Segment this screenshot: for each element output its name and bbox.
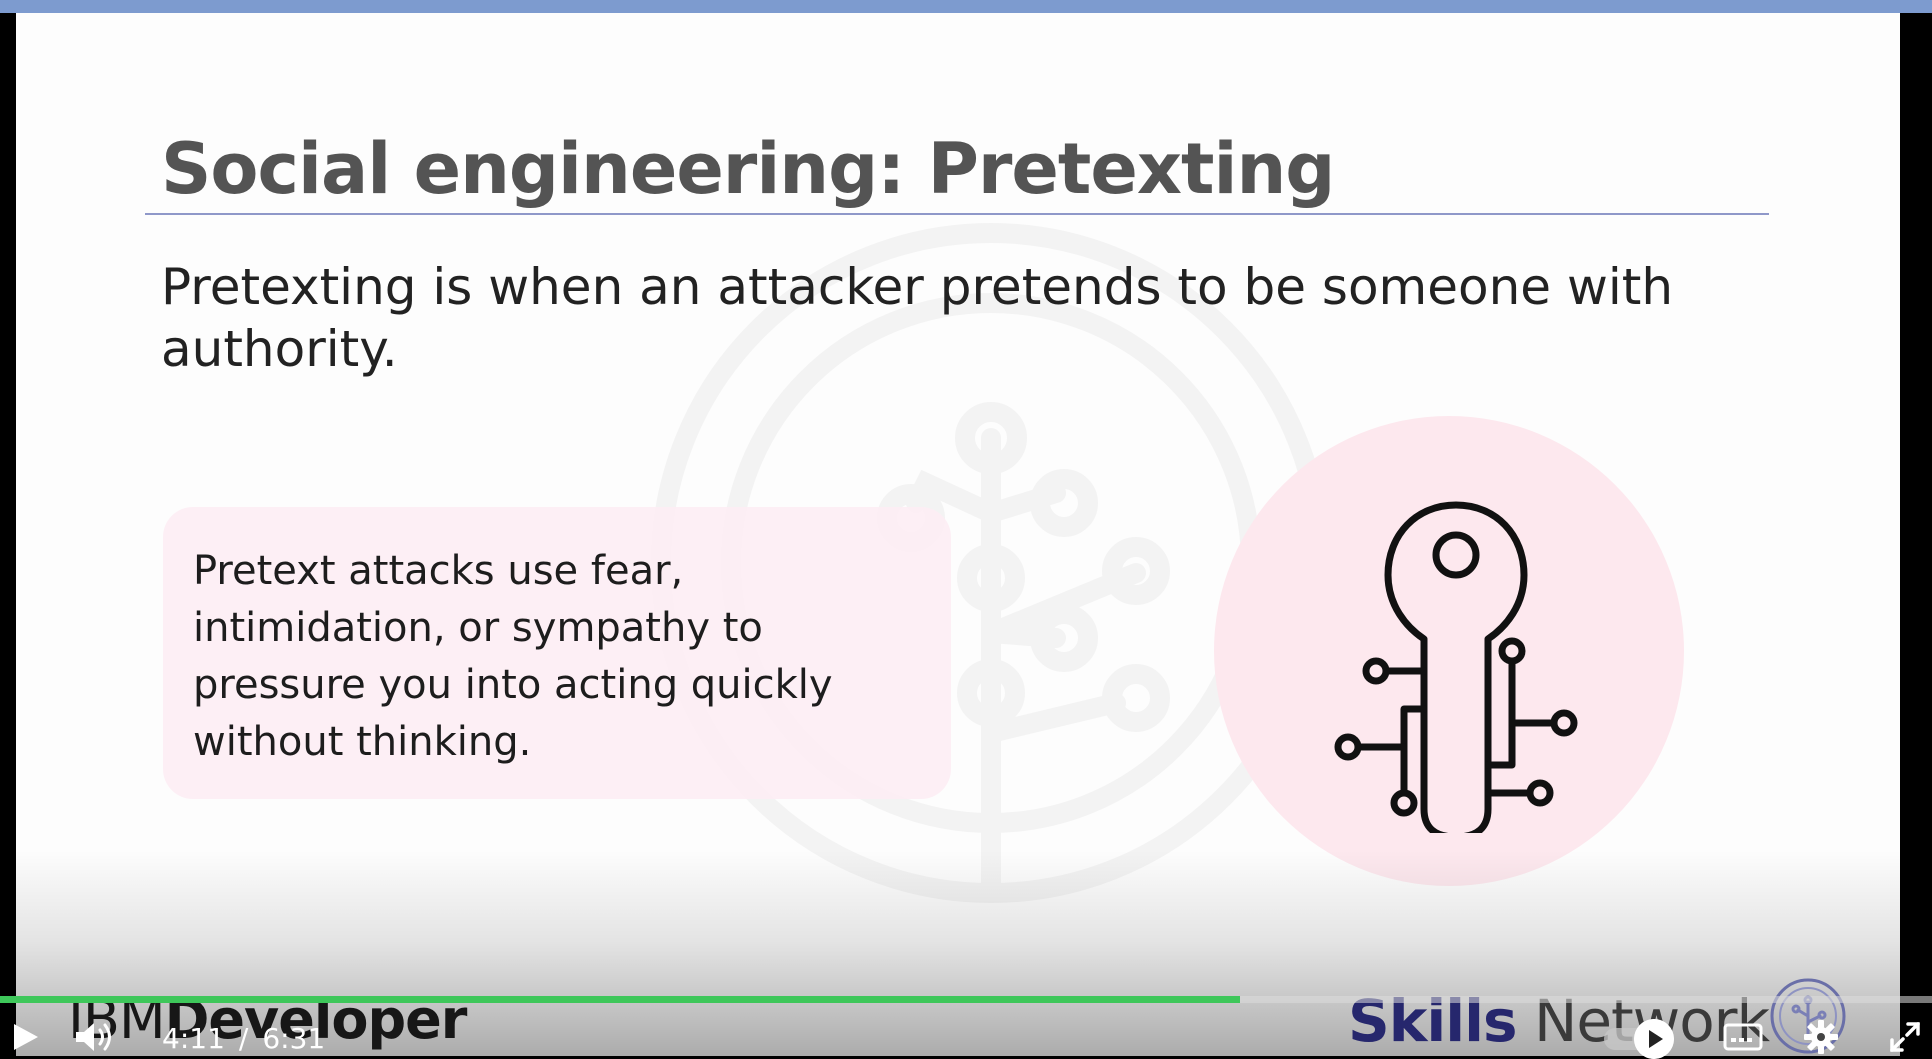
time-separator: / — [238, 1022, 249, 1055]
title-divider — [145, 213, 1769, 215]
autoplay-toggle[interactable] — [1604, 1019, 1674, 1059]
duration: 6:31 — [262, 1022, 326, 1055]
callout-line: without thinking. — [193, 719, 532, 765]
callout-text: Pretext attacks use fear, intimidation, … — [193, 543, 933, 771]
current-time: 4:11 — [162, 1022, 225, 1055]
autoplay-play-icon — [1634, 1019, 1674, 1059]
top-accent-line — [0, 0, 1932, 13]
play-icon[interactable] — [6, 1018, 44, 1056]
lead-line-2: authority. — [161, 320, 398, 378]
progress-played — [0, 996, 1241, 1003]
callout-line: pressure you into acting quickly — [193, 662, 833, 708]
progress-bar[interactable] — [0, 996, 1932, 1003]
slide-title: Social engineering: Pretexting — [161, 128, 1335, 210]
fullscreen-icon[interactable] — [1886, 1018, 1924, 1056]
lead-line-1: Pretexting is when an attacker pretends … — [161, 258, 1674, 316]
captions-icon[interactable] — [1722, 1018, 1764, 1056]
time-display: 4:11 / 6:31 — [162, 1022, 325, 1055]
callout-line: intimidation, or sympathy to — [193, 605, 763, 651]
volume-icon[interactable] — [72, 1018, 118, 1056]
circuit-key-icon — [1334, 501, 1578, 833]
callout-line: Pretext attacks use fear, — [193, 548, 684, 594]
gear-icon[interactable] — [1802, 1018, 1840, 1056]
slide-lead-text: Pretexting is when an attacker pretends … — [161, 256, 1741, 380]
video-player[interactable]: Social engineering: Pretexting Pretextin… — [0, 0, 1932, 1059]
callout-box: Pretext attacks use fear, intimidation, … — [163, 507, 951, 799]
